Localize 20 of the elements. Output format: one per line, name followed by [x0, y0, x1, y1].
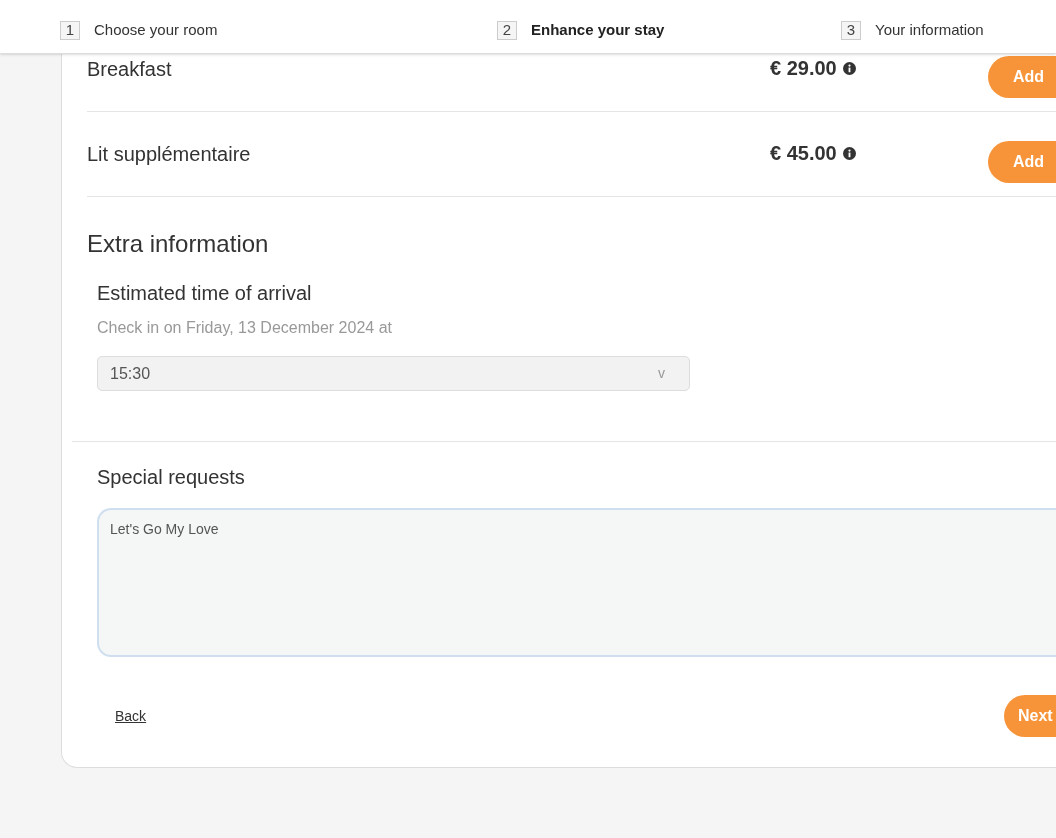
- time-select[interactable]: 15:30 v: [97, 356, 690, 391]
- step-number: 3: [841, 20, 861, 40]
- special-requests-field[interactable]: Let's Go My Love: [97, 508, 1056, 657]
- caret-icon: v: [658, 363, 665, 384]
- step-number: 2: [497, 20, 517, 40]
- field-heading: Special requests: [97, 465, 246, 490]
- step-label[interactable]: Enhance your stay: [531, 19, 665, 42]
- extra-name: Breakfast: [87, 57, 172, 82]
- field-heading: Estimated time of arrival: [97, 281, 313, 306]
- extra-price: € 45.00: [770, 141, 837, 166]
- step-label[interactable]: Your information: [875, 19, 984, 42]
- extra-price: € 29.00: [770, 56, 837, 81]
- extra-name: Lit supplémentaire: [87, 142, 251, 167]
- check-in-hint: Check in on Friday, 13 December 2024 at: [97, 318, 393, 338]
- step-number: 1: [60, 20, 80, 40]
- section-heading: Extra information: [87, 229, 270, 256]
- step-label[interactable]: Choose your room: [94, 19, 218, 42]
- back-link[interactable]: Back: [115, 705, 147, 727]
- info-icon[interactable]: [842, 146, 856, 160]
- info-icon[interactable]: [842, 61, 856, 75]
